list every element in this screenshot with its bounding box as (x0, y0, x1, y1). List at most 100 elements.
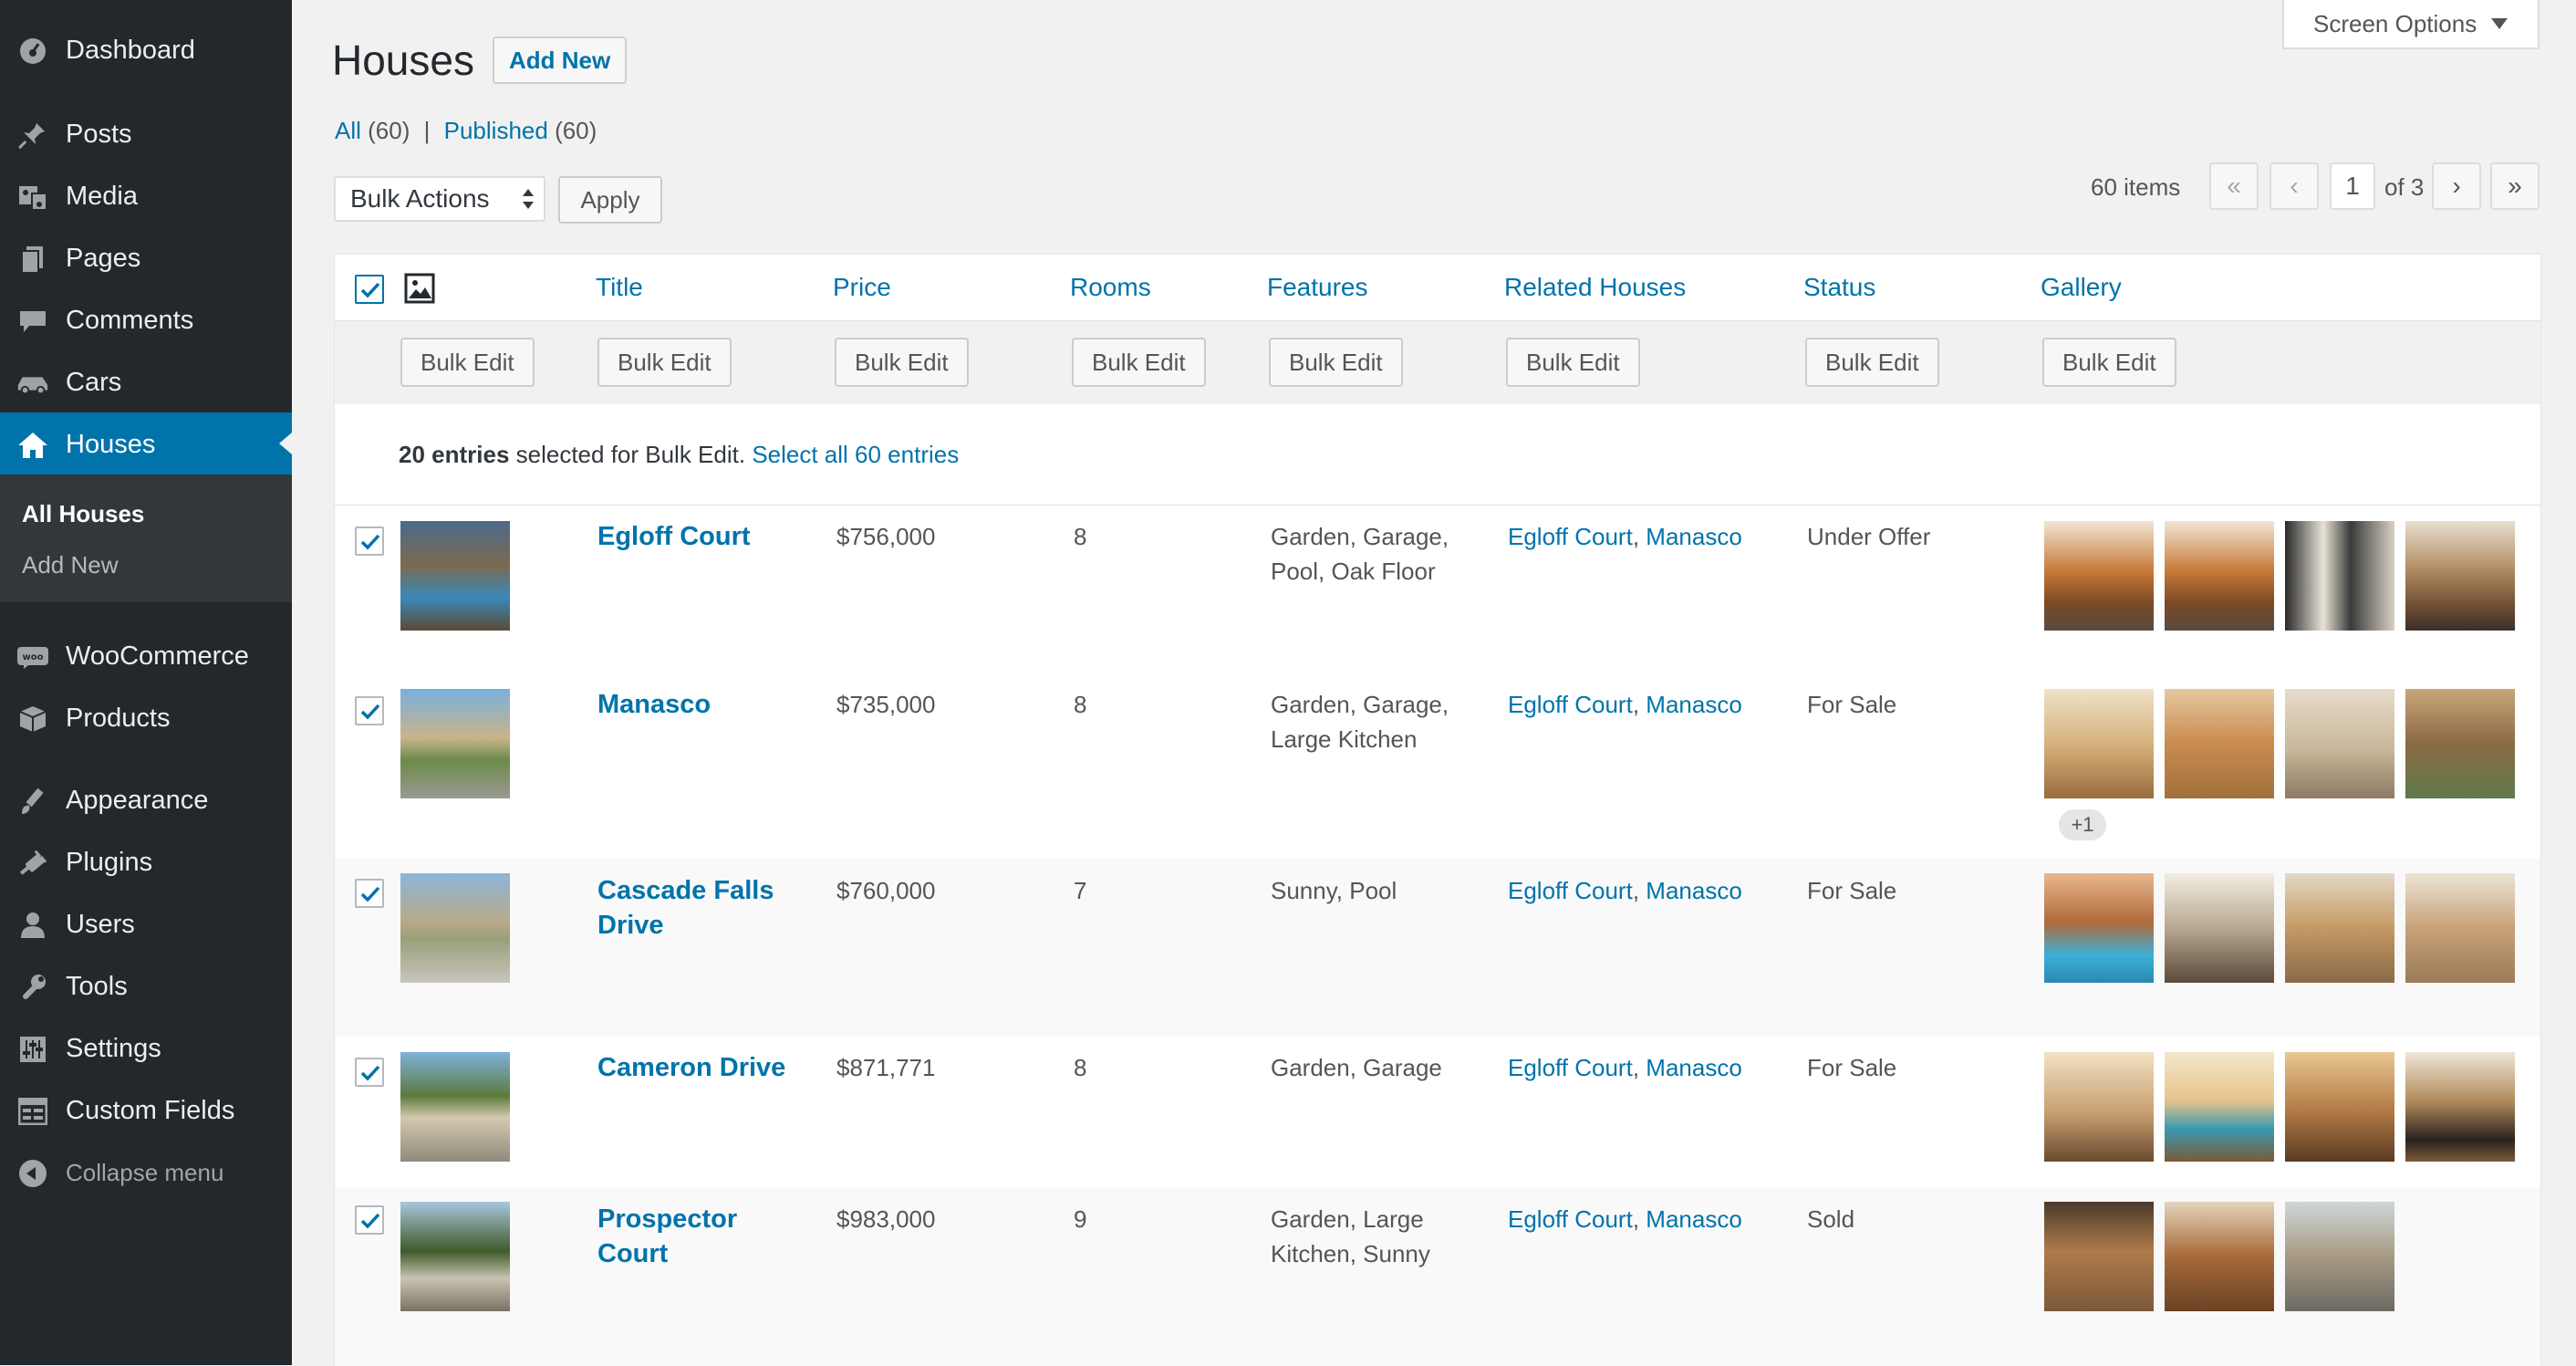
houses-submenu: All Houses Add New (0, 474, 292, 602)
add-new-button[interactable]: Add New (493, 36, 628, 84)
house-thumbnail[interactable] (400, 1202, 510, 1311)
gallery-image[interactable] (2405, 521, 2515, 631)
house-title-link[interactable]: Cameron Drive (597, 1050, 816, 1085)
menu-media[interactable]: Media (0, 164, 292, 226)
menu-products[interactable]: Products (0, 686, 292, 748)
bulk-actions-select[interactable]: Bulk Actions (334, 176, 545, 222)
row-checkbox[interactable] (355, 1205, 384, 1235)
bulk-edit-price-button[interactable]: Bulk Edit (835, 338, 969, 387)
menu-cars[interactable]: Cars (0, 350, 292, 412)
gallery-image[interactable] (2285, 521, 2394, 631)
bulk-edit-status-button[interactable]: Bulk Edit (1805, 338, 1939, 387)
column-price[interactable]: Price (833, 273, 891, 302)
sliders-icon (16, 1033, 49, 1066)
menu-users[interactable]: Users (0, 892, 292, 954)
bulk-edit-gallery-button[interactable]: Bulk Edit (2042, 338, 2176, 387)
collapse-menu-button[interactable]: Collapse menu (0, 1141, 292, 1203)
house-title-link[interactable]: Prospector Court (597, 1202, 798, 1271)
collapse-label: Collapse menu (66, 1159, 224, 1186)
gallery-image[interactable] (2285, 689, 2394, 798)
menu-woocommerce[interactable]: woo WooCommerce (0, 624, 292, 686)
row-checkbox[interactable] (355, 879, 384, 908)
admin-sidebar: Dashboard Posts Media Pages Comments Car… (0, 0, 292, 1365)
bulk-edit-rooms-button[interactable]: Bulk Edit (1072, 338, 1206, 387)
submenu-all-houses[interactable]: All Houses (22, 500, 144, 528)
related-house-link[interactable]: Manasco (1646, 523, 1742, 550)
bulk-edit-features-button[interactable]: Bulk Edit (1269, 338, 1403, 387)
gallery-image[interactable] (2405, 1052, 2515, 1162)
house-thumbnail[interactable] (400, 873, 510, 983)
house-title-link[interactable]: Manasco (597, 687, 798, 722)
house-thumbnail[interactable] (400, 521, 510, 631)
menu-settings[interactable]: Settings (0, 1017, 292, 1079)
bulk-edit-image-button[interactable]: Bulk Edit (400, 338, 535, 387)
screen-options-button[interactable]: Screen Options (2282, 0, 2540, 49)
related-house-link[interactable]: Egloff Court (1508, 523, 1633, 550)
menu-custom-fields[interactable]: Custom Fields (0, 1079, 292, 1141)
house-title-link[interactable]: Cascade Falls Drive (597, 873, 798, 943)
house-thumbnail[interactable] (400, 1052, 510, 1162)
house-thumbnail[interactable] (400, 689, 510, 798)
menu-pages[interactable]: Pages (0, 226, 292, 288)
menu-dashboard[interactable]: Dashboard (0, 18, 292, 80)
gallery-image[interactable] (2165, 689, 2274, 798)
status-cell: For Sale (1807, 1054, 1897, 1081)
related-house-link[interactable]: Manasco (1646, 877, 1742, 904)
menu-comments[interactable]: Comments (0, 288, 292, 350)
bulk-edit-title-button[interactable]: Bulk Edit (597, 338, 732, 387)
column-features[interactable]: Features (1267, 273, 1368, 302)
related-house-link[interactable]: Manasco (1646, 1205, 1742, 1233)
related-house-link[interactable]: Egloff Court (1508, 877, 1633, 904)
column-rooms[interactable]: Rooms (1070, 273, 1151, 302)
apply-button[interactable]: Apply (558, 176, 662, 224)
gallery-image[interactable] (2405, 689, 2515, 798)
related-house-link[interactable]: Egloff Court (1508, 1205, 1633, 1233)
house-title-link[interactable]: Egloff Court (597, 519, 798, 554)
select-all-entries-link[interactable]: Select all 60 entries (752, 441, 959, 468)
last-page-button[interactable]: » (2490, 162, 2540, 210)
bulk-edit-related-button[interactable]: Bulk Edit (1506, 338, 1640, 387)
menu-label: Houses (66, 430, 156, 459)
gallery-image[interactable] (2044, 873, 2154, 983)
table-row: Egloff Court $756,000 8 Garden, Garage, … (335, 505, 2540, 673)
gallery-image[interactable] (2285, 873, 2394, 983)
filter-all[interactable]: All (335, 117, 361, 144)
gallery-image[interactable] (2405, 873, 2515, 983)
column-related-houses[interactable]: Related Houses (1504, 273, 1686, 302)
related-house-link[interactable]: Egloff Court (1508, 1054, 1633, 1081)
row-checkbox[interactable] (355, 527, 384, 556)
filter-published[interactable]: Published (444, 117, 548, 144)
gallery-image[interactable] (2165, 873, 2274, 983)
row-checkbox[interactable] (355, 1058, 384, 1087)
home-icon (16, 429, 49, 462)
menu-posts[interactable]: Posts (0, 102, 292, 164)
menu-tools[interactable]: Tools (0, 954, 292, 1017)
gallery-image[interactable] (2165, 1052, 2274, 1162)
gallery-image[interactable] (2285, 1202, 2394, 1311)
row-checkbox[interactable] (355, 696, 384, 725)
gallery-image[interactable] (2165, 1202, 2274, 1311)
prev-page-button[interactable]: ‹ (2270, 162, 2319, 210)
gallery-image[interactable] (2044, 1202, 2154, 1311)
gallery-image[interactable] (2044, 689, 2154, 798)
current-page-input[interactable]: 1 (2330, 162, 2375, 210)
gallery-image[interactable] (2044, 1052, 2154, 1162)
column-status[interactable]: Status (1803, 273, 1875, 302)
gallery-image[interactable] (2285, 1052, 2394, 1162)
price-cell: $735,000 (836, 691, 936, 718)
column-title[interactable]: Title (596, 273, 643, 302)
menu-houses[interactable]: Houses (0, 412, 292, 474)
first-page-button[interactable]: « (2209, 162, 2259, 210)
related-house-link[interactable]: Egloff Court (1508, 691, 1633, 718)
related-house-link[interactable]: Manasco (1646, 1054, 1742, 1081)
menu-appearance[interactable]: Appearance (0, 768, 292, 830)
select-all-checkbox[interactable] (355, 275, 384, 304)
more-images-badge[interactable]: +1 (2059, 809, 2106, 840)
related-house-link[interactable]: Manasco (1646, 691, 1742, 718)
submenu-add-new[interactable]: Add New (22, 551, 119, 579)
gallery-image[interactable] (2165, 521, 2274, 631)
menu-plugins[interactable]: Plugins (0, 830, 292, 892)
column-gallery[interactable]: Gallery (2041, 273, 2122, 302)
next-page-button[interactable]: › (2432, 162, 2481, 210)
gallery-image[interactable] (2044, 521, 2154, 631)
